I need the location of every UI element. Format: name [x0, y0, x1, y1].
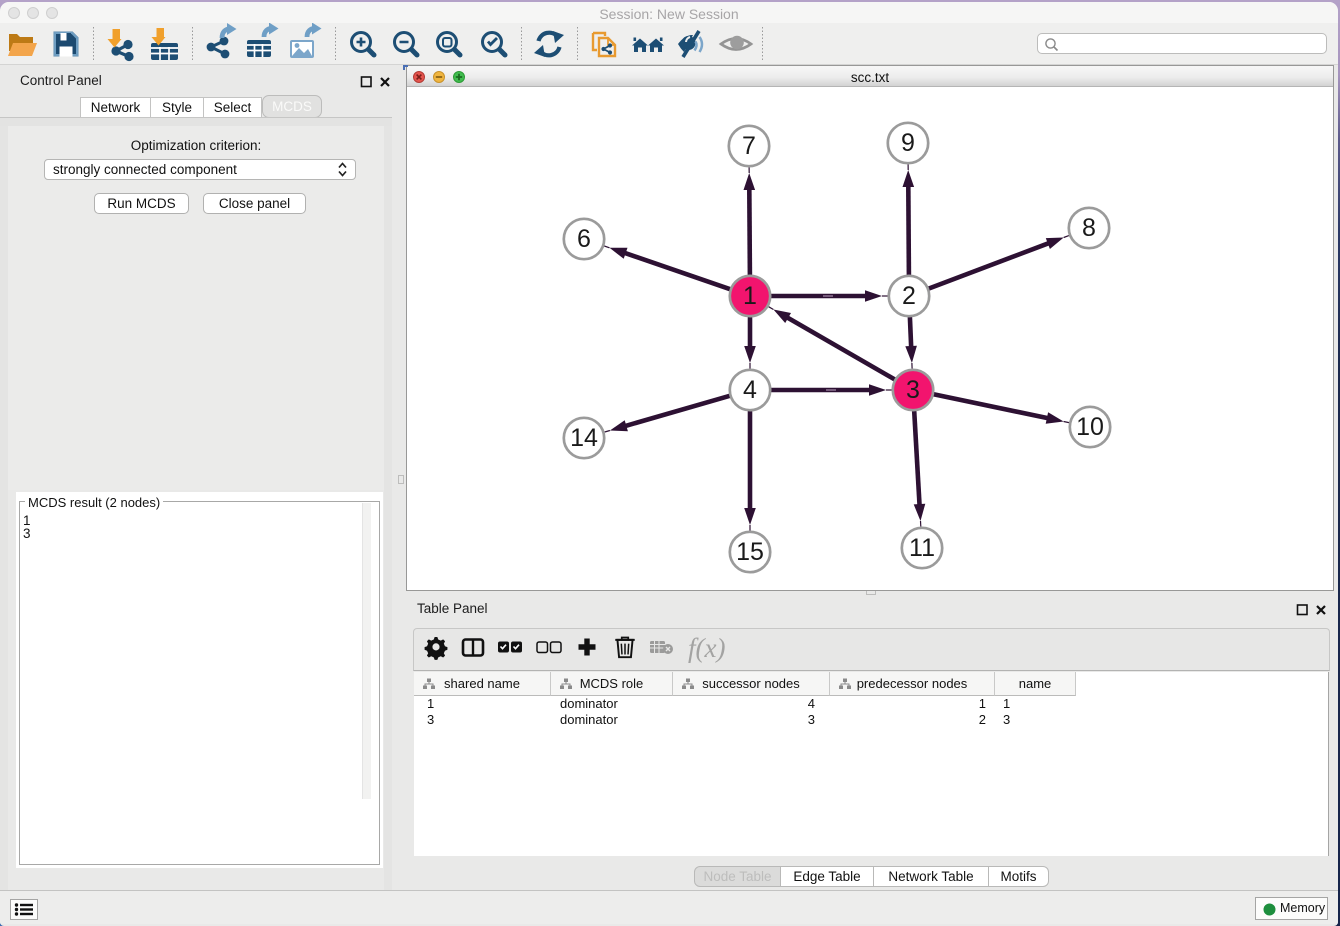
svg-text:1: 1: [743, 282, 757, 310]
svg-text:2: 2: [902, 282, 916, 310]
svg-text:10: 10: [1076, 413, 1104, 441]
svg-text:f(x): f(x): [688, 633, 725, 663]
svg-text:6: 6: [577, 225, 591, 253]
svg-text:4: 4: [743, 376, 757, 404]
svg-text:7: 7: [742, 132, 756, 160]
svg-text:9: 9: [901, 129, 915, 157]
svg-text:11: 11: [909, 534, 935, 562]
svg-text:14: 14: [570, 424, 598, 452]
svg-text:8: 8: [1082, 214, 1096, 242]
svg-text:3: 3: [906, 376, 920, 404]
svg-text:15: 15: [736, 538, 764, 566]
